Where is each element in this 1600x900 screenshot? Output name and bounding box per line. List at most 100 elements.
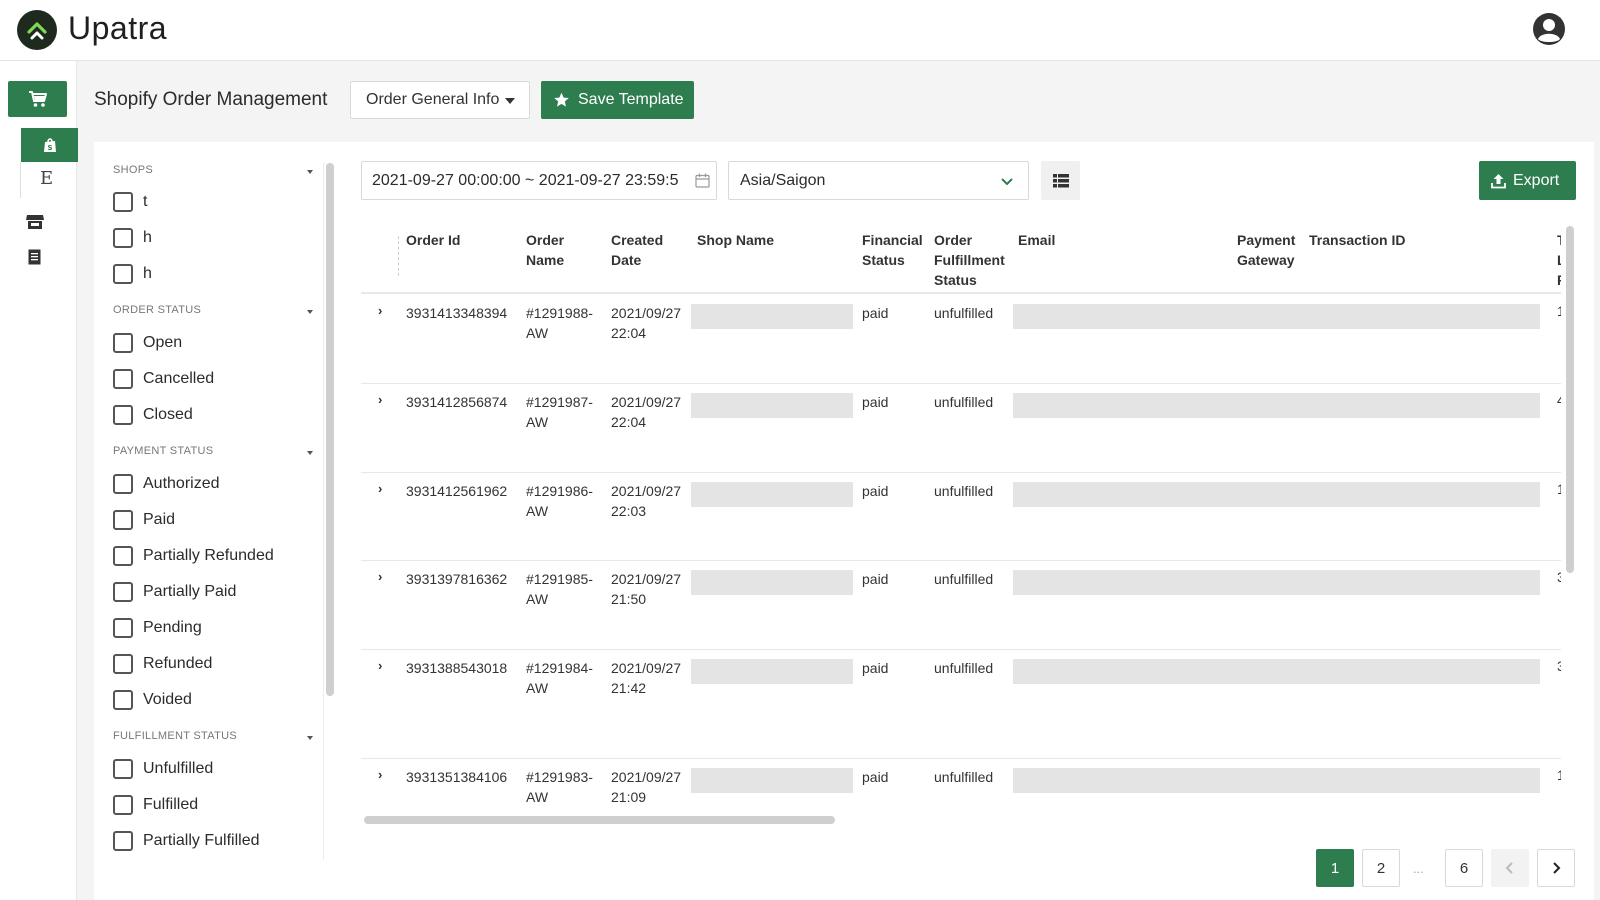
- column-header-order-id[interactable]: Order Id: [406, 230, 460, 250]
- header-line: Fulfillment: [934, 252, 1005, 268]
- header-line: T: [1557, 232, 1561, 248]
- checkbox[interactable]: [113, 510, 133, 530]
- column-header-shop-name[interactable]: Shop Name: [697, 230, 774, 250]
- table-row[interactable]: › 3931413348394 #1291988- AW 2021/09/27 22…: [361, 295, 1561, 384]
- date-range-picker[interactable]: 2021-09-27 00:00:00 ~ 2021-09-27 23:59:5: [361, 161, 717, 200]
- page-button-1[interactable]: 1: [1316, 849, 1354, 887]
- filter-label: Closed: [143, 406, 193, 423]
- cell-truncated: 1: [1557, 481, 1561, 497]
- filter-order-status-closed[interactable]: Closed: [113, 404, 193, 426]
- redacted-shop-name: [691, 393, 853, 418]
- document-icon[interactable]: [28, 249, 41, 270]
- filter-payment-refunded[interactable]: Refunded: [113, 653, 212, 675]
- filter-payment-voided[interactable]: Voided: [113, 689, 192, 711]
- table-row[interactable]: › 3931351384106 #1291983- AW 2021/09/27 21…: [361, 759, 1561, 812]
- redacted-contact-info: [1013, 659, 1540, 684]
- page-button-2[interactable]: 2: [1362, 849, 1400, 887]
- checkbox[interactable]: [113, 546, 133, 566]
- checkbox[interactable]: [113, 228, 133, 248]
- export-label: Export: [1513, 171, 1560, 189]
- checkbox[interactable]: [113, 795, 133, 815]
- template-select[interactable]: Order General Info: [350, 81, 530, 119]
- filter-shop-option[interactable]: h: [113, 263, 152, 285]
- column-header-financial-status[interactable]: Financial Status: [862, 230, 923, 270]
- filter-payment-partially-refunded[interactable]: Partially Refunded: [113, 545, 274, 567]
- checkbox[interactable]: [113, 405, 133, 425]
- collapse-shops-icon[interactable]: [307, 170, 313, 174]
- table-row[interactable]: › 3931397816362 #1291985- AW 2021/09/27 21…: [361, 561, 1561, 650]
- column-header-transaction-id[interactable]: Transaction ID: [1309, 230, 1405, 250]
- timezone-select[interactable]: Asia/Saigon: [728, 161, 1029, 200]
- filter-payment-pending[interactable]: Pending: [113, 617, 202, 639]
- cell-created-date: 2021/09/27 22:04: [611, 392, 681, 432]
- table-row[interactable]: › 3931412561962 #1291986- AW 2021/09/27 22…: [361, 473, 1561, 561]
- table-row[interactable]: › 3931412856874 #1291987- AW 2021/09/27 22…: [361, 384, 1561, 473]
- nav-shopify-button[interactable]: S: [21, 128, 78, 162]
- cell-line: 22:04: [611, 325, 647, 341]
- logo-icon[interactable]: [17, 10, 57, 50]
- filter-order-status-cancelled[interactable]: Cancelled: [113, 368, 214, 390]
- checkbox[interactable]: [113, 474, 133, 494]
- filter-fulfillment-partially-fulfilled[interactable]: Partially Fulfilled: [113, 830, 259, 852]
- prev-page-button[interactable]: [1491, 849, 1529, 887]
- filter-order-status-open[interactable]: Open: [113, 332, 182, 354]
- checkbox[interactable]: [113, 759, 133, 779]
- cell-line: 22:03: [611, 503, 647, 519]
- checkbox[interactable]: [113, 831, 133, 851]
- filter-scrollbar[interactable]: [326, 163, 334, 696]
- column-header-truncated[interactable]: TLF: [1557, 230, 1561, 290]
- column-view-button[interactable]: [1041, 161, 1080, 200]
- header-line: L: [1557, 252, 1561, 268]
- chevron-right-icon[interactable]: ›: [378, 303, 382, 318]
- chevron-right-icon[interactable]: ›: [378, 392, 382, 407]
- cell-created-date: 2021/09/27 21:09: [611, 767, 681, 807]
- chevron-right-icon[interactable]: ›: [378, 481, 382, 496]
- filter-fulfillment-unfulfilled[interactable]: Unfulfilled: [113, 758, 213, 780]
- checkbox[interactable]: [113, 654, 133, 674]
- filter-label: Fulfilled: [143, 796, 199, 813]
- filter-shop-option[interactable]: t: [113, 191, 147, 213]
- filter-fulfillment-fulfilled[interactable]: Fulfilled: [113, 794, 198, 816]
- checkbox[interactable]: [113, 618, 133, 638]
- column-header-fulfillment-status[interactable]: Order Fulfillment Status: [934, 230, 1005, 290]
- export-button[interactable]: Export: [1479, 161, 1576, 200]
- chevron-right-icon[interactable]: ›: [378, 767, 382, 782]
- filter-label: Partially Fulfilled: [143, 832, 260, 849]
- filter-payment-paid[interactable]: Paid: [113, 509, 175, 531]
- column-header-created-date[interactable]: Created Date: [611, 230, 663, 270]
- template-select-value: Order General Info: [366, 91, 500, 108]
- column-header-order-name[interactable]: Order Name: [526, 230, 564, 270]
- column-header-payment-gateway[interactable]: Payment Gateway: [1237, 230, 1295, 270]
- table-vertical-scrollbar[interactable]: [1566, 226, 1574, 573]
- chevron-right-icon[interactable]: ›: [378, 658, 382, 673]
- filter-payment-partially-paid[interactable]: Partially Paid: [113, 581, 236, 603]
- nav-orders-button[interactable]: [8, 81, 67, 117]
- table-row[interactable]: › 3931388543018 #1291984- AW 2021/09/27 21…: [361, 650, 1561, 759]
- checkbox[interactable]: [113, 264, 133, 284]
- checkbox[interactable]: [113, 582, 133, 602]
- cell-order-id: 3931412856874: [406, 394, 508, 410]
- checkbox[interactable]: [113, 333, 133, 353]
- cell-line: 2021/09/27: [611, 660, 682, 676]
- next-page-button[interactable]: [1537, 849, 1575, 887]
- collapse-order-status-icon[interactable]: [307, 310, 313, 314]
- page-ellipsis: ...: [1413, 861, 1424, 876]
- checkbox[interactable]: [113, 690, 133, 710]
- checkbox[interactable]: [113, 369, 133, 389]
- chevron-right-icon[interactable]: ›: [378, 569, 382, 584]
- filter-payment-authorized[interactable]: Authorized: [113, 473, 220, 495]
- etsy-icon[interactable]: E: [40, 168, 53, 189]
- page-button-6[interactable]: 6: [1445, 849, 1483, 887]
- table-horizontal-scrollbar[interactable]: [364, 816, 835, 824]
- collapse-fulfillment-status-icon[interactable]: [307, 736, 313, 740]
- filter-label: Partially Refunded: [143, 547, 274, 564]
- cell-fulfillment-status: unfulfilled: [934, 769, 994, 785]
- save-template-button[interactable]: Save Template: [541, 81, 694, 119]
- collapse-payment-status-icon[interactable]: [307, 451, 313, 455]
- filter-label: Unfulfilled: [143, 760, 214, 777]
- column-header-email[interactable]: Email: [1018, 230, 1055, 250]
- store-icon[interactable]: [26, 214, 44, 235]
- checkbox[interactable]: [113, 192, 133, 212]
- filter-shop-option[interactable]: h: [113, 227, 152, 249]
- user-avatar-icon[interactable]: [1532, 12, 1566, 46]
